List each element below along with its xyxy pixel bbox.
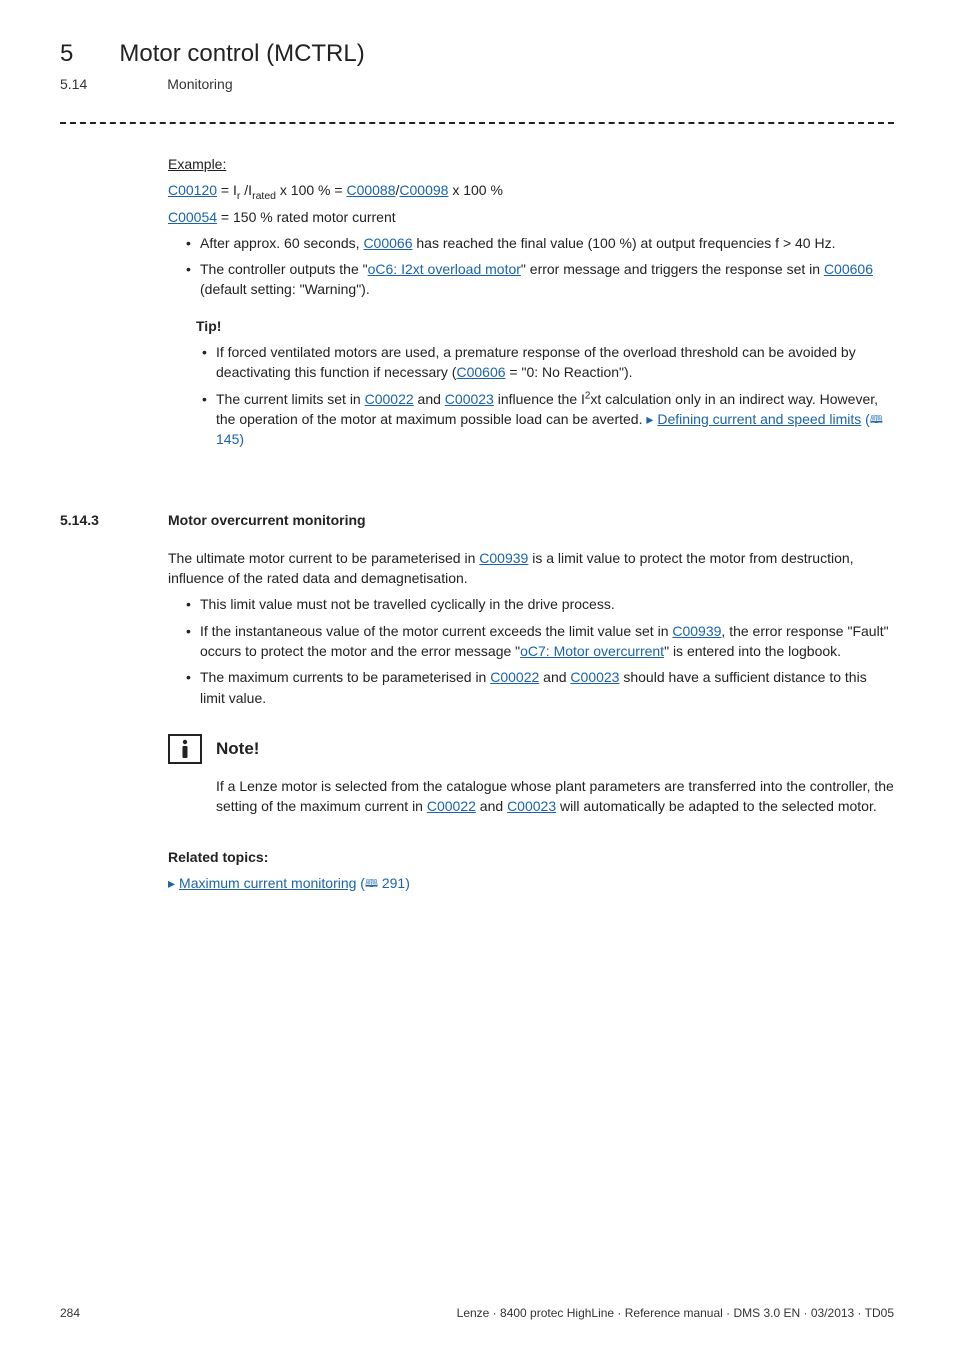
- page-number: 284: [60, 1306, 80, 1320]
- tip-item-2: The current limits set in C00022 and C00…: [202, 389, 894, 450]
- divider-dashed: [60, 122, 894, 124]
- example-heading: Example:: [168, 154, 894, 174]
- link-c00023-b[interactable]: C00023: [570, 669, 619, 685]
- subsection-bullet-2: If the instantaneous value of the motor …: [186, 621, 894, 662]
- link-c00088[interactable]: C00088: [346, 182, 395, 198]
- example-c00054-line: C00054 = 150 % rated motor current: [168, 207, 894, 227]
- subsection-bullet-1: This limit value must not be travelled c…: [186, 594, 894, 614]
- link-c00606-tip[interactable]: C00606: [456, 364, 505, 380]
- link-c00939[interactable]: C00939: [479, 550, 528, 566]
- link-c00939-b[interactable]: C00939: [672, 623, 721, 639]
- footer-meta: Lenze · 8400 protec HighLine · Reference…: [457, 1306, 894, 1320]
- note-label: Note!: [216, 737, 259, 762]
- subsection-bullet-3: The maximum currents to be parameterised…: [186, 667, 894, 708]
- example-bullet-2: The controller outputs the "oC6: I2xt ov…: [186, 259, 894, 300]
- note-body: If a Lenze motor is selected from the ca…: [216, 776, 894, 817]
- subsection-intro: The ultimate motor current to be paramet…: [168, 548, 894, 589]
- link-oc6-error[interactable]: oC6: I2xt overload motor: [368, 261, 521, 277]
- info-icon: [168, 734, 202, 764]
- section-number: 5.14: [60, 76, 87, 92]
- subsection-title: Motor overcurrent monitoring: [168, 510, 366, 530]
- link-c00022-b[interactable]: C00022: [490, 669, 539, 685]
- link-c00606[interactable]: C00606: [824, 261, 873, 277]
- section-title: Monitoring: [167, 76, 232, 92]
- chapter-title: Motor control (MCTRL): [119, 40, 364, 68]
- link-defining-limits[interactable]: Defining current and speed limits: [657, 411, 861, 427]
- related-item: ▸Maximum current monitoring (🕮 291): [168, 873, 894, 893]
- link-c00066[interactable]: C00066: [363, 235, 412, 251]
- link-oc7-error[interactable]: oC7: Motor overcurrent: [520, 643, 664, 659]
- example-bullet-1: After approx. 60 seconds, C00066 has rea…: [186, 233, 894, 253]
- tip-item-1: If forced ventilated motors are used, a …: [202, 342, 894, 383]
- link-c00054[interactable]: C00054: [168, 209, 217, 225]
- link-c00022-note[interactable]: C00022: [427, 798, 476, 814]
- tip-label: Tip!: [196, 316, 894, 336]
- example-formula: C00120 = Ir /Irated x 100 % = C00088/C00…: [168, 180, 894, 200]
- chapter-number: 5: [60, 40, 73, 68]
- link-c00023-tip[interactable]: C00023: [445, 391, 494, 407]
- link-c00022-tip[interactable]: C00022: [365, 391, 414, 407]
- related-topics-title: Related topics:: [168, 847, 894, 867]
- link-c00120[interactable]: C00120: [168, 182, 217, 198]
- link-c00023-note[interactable]: C00023: [507, 798, 556, 814]
- link-c00098[interactable]: C00098: [399, 182, 448, 198]
- link-max-current-monitoring[interactable]: Maximum current monitoring: [179, 875, 356, 891]
- subsection-number: 5.14.3: [60, 510, 132, 530]
